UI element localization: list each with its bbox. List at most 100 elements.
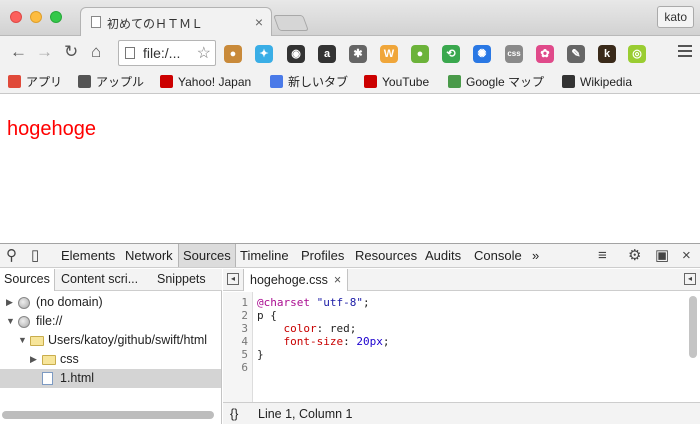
minimize-window-button[interactable]	[30, 11, 42, 23]
profile-button[interactable]: kato	[657, 6, 694, 28]
line-number: 4	[241, 335, 248, 348]
address-bar[interactable]: file:/... ☆	[118, 40, 216, 66]
tree-item[interactable]: ▶ css	[0, 350, 221, 369]
bookmark-new-tab[interactable]: 新しいタブ	[270, 73, 348, 91]
bookmark-apple[interactable]: アップル	[78, 73, 144, 91]
file-tab-label: hogehoge.css	[250, 273, 328, 287]
code-line[interactable]: @charset "utf-8";	[257, 296, 370, 309]
tree-item[interactable]: ▼ file://	[0, 312, 221, 331]
bookmark-label: アップル	[96, 75, 145, 89]
dock-icon[interactable]: ▣	[655, 247, 669, 264]
bookmark-label: Wikipedia	[580, 75, 633, 89]
back-icon[interactable]: ←	[10, 43, 27, 61]
devtools-tab-network[interactable]: Network	[121, 244, 177, 267]
devtools-tab-elements[interactable]: Elements	[57, 244, 119, 267]
code-line[interactable]: p {	[257, 309, 277, 322]
file-icon	[42, 372, 53, 385]
new-tab-button[interactable]	[273, 15, 309, 31]
green-circle-extension-icon[interactable]: ●	[411, 45, 429, 63]
bookmark-apple-icon	[78, 75, 91, 88]
tree-item[interactable]: ▼ Users/katoy/github/swift/html	[0, 331, 221, 350]
device-icon[interactable]: ▯	[31, 247, 39, 264]
console-drawer-icon[interactable]: ≡	[598, 247, 607, 264]
css-extension-icon[interactable]: css	[505, 45, 523, 63]
star-icon[interactable]: ☆	[197, 43, 211, 63]
close-tab-icon[interactable]: ×	[255, 14, 263, 30]
cookie-extension-icon[interactable]: ●	[224, 45, 242, 63]
menu-icon[interactable]	[678, 45, 692, 59]
pretty-print-button[interactable]: {}	[230, 403, 238, 424]
bookmark-yahoo[interactable]: Yahoo! Japan	[160, 73, 251, 91]
bookmark-youtube-icon	[364, 75, 377, 88]
bookmark-yahoo-icon	[160, 75, 173, 88]
vertical-scrollbar[interactable]	[689, 296, 697, 358]
navigator-tab-1[interactable]: Content scri...	[57, 269, 142, 290]
screenshot-extension-icon[interactable]: ◎	[628, 45, 646, 63]
close-devtools-icon[interactable]: ×	[682, 247, 691, 264]
line-number: 5	[241, 348, 248, 361]
tab-title: 初めてのＨＴＭＬ	[107, 17, 204, 31]
navigator-tabs: Sources Content scri... Snippets	[0, 269, 222, 291]
folder-icon	[30, 336, 44, 346]
title-bar: 初めてのＨＴＭＬ × kato	[0, 0, 700, 37]
eyedropper-extension-icon[interactable]: ✎	[567, 45, 585, 63]
devtools-tab-audits[interactable]: Audits	[421, 244, 465, 267]
line-number: 3	[241, 322, 248, 335]
devtools-tab-sources[interactable]: Sources	[178, 244, 236, 267]
camera-extension-icon[interactable]: ◉	[287, 45, 305, 63]
editor-pane: ◂ hogehoge.css × ◂ 123456 @charset "utf-8…	[223, 269, 700, 424]
bookmark-label: Google マップ	[466, 75, 545, 89]
navigator-pane: Sources Content scri... Snippets ▶ (no doma…	[0, 269, 222, 424]
devtools-tab-timeline[interactable]: Timeline	[236, 244, 293, 267]
toggle-navigator-icon[interactable]: ◂	[227, 273, 239, 285]
devtools-tab-console[interactable]: Console	[470, 244, 526, 267]
bookmark-youtube[interactable]: YouTube	[364, 73, 429, 91]
zoom-window-button[interactable]	[50, 11, 62, 23]
close-file-tab-icon[interactable]: ×	[334, 273, 341, 287]
tree-item-label: css	[60, 352, 79, 366]
w-extension-icon[interactable]: W	[380, 45, 398, 63]
bookmark-apps[interactable]: アプリ	[8, 73, 62, 91]
code-line[interactable]: }	[257, 348, 264, 361]
code-line[interactable]: font-size: 20px;	[257, 335, 390, 348]
line-number: 1	[241, 296, 248, 309]
more-tabs-icon[interactable]: »	[528, 244, 543, 267]
reload-icon[interactable]: ↻	[64, 43, 78, 61]
tree-item-label: 1.html	[60, 371, 95, 385]
page-icon	[125, 47, 135, 59]
file-tab-hogehoge-css[interactable]: hogehoge.css ×	[243, 269, 349, 291]
navigator-tab-0[interactable]: Sources	[0, 269, 55, 291]
gear-extension-icon[interactable]: ✺	[473, 45, 491, 63]
bookmark-google-maps-icon	[448, 75, 461, 88]
tree-item[interactable]: 1.html	[0, 369, 221, 388]
settings-icon[interactable]: ⚙	[628, 247, 641, 264]
line-number-gutter: 123456	[223, 292, 253, 402]
bookmark-label: YouTube	[382, 75, 430, 89]
collapsed-triangle-icon[interactable]: ▶	[30, 350, 37, 369]
devtools-tab-resources[interactable]: Resources	[351, 244, 421, 267]
navigator-tab-2[interactable]: Snippets	[153, 269, 210, 290]
tree-item-label: Users/katoy/github/swift/html	[48, 333, 208, 347]
bookmark-google-maps[interactable]: Google マップ	[448, 73, 544, 91]
bug-extension-icon[interactable]: ✱	[349, 45, 367, 63]
forward-icon[interactable]: →	[36, 43, 53, 61]
color-wheel-extension-icon[interactable]: ✿	[536, 45, 554, 63]
expanded-triangle-icon[interactable]: ▼	[6, 312, 15, 331]
expanded-triangle-icon[interactable]: ▼	[18, 331, 27, 350]
browser-tab[interactable]: 初めてのＨＴＭＬ ×	[80, 7, 272, 37]
tree-item[interactable]: ▶ (no domain)	[0, 293, 221, 312]
code-line[interactable]: color: red;	[257, 322, 357, 335]
evernote-extension-icon[interactable]: ⟲	[442, 45, 460, 63]
collapsed-triangle-icon[interactable]: ▶	[6, 293, 13, 312]
toggle-debugger-icon[interactable]: ◂	[684, 273, 696, 285]
search-icon[interactable]: ⚲	[6, 247, 17, 264]
devtools-tab-profiles[interactable]: Profiles	[297, 244, 348, 267]
k-extension-icon[interactable]: k	[598, 45, 616, 63]
horizontal-scrollbar[interactable]	[2, 411, 214, 419]
bookmark-wikipedia[interactable]: Wikipedia	[562, 73, 632, 91]
bookmark-label: 新しいタブ	[288, 75, 349, 89]
amazon-extension-icon[interactable]: a	[318, 45, 336, 63]
home-icon[interactable]: ⌂	[91, 43, 101, 61]
close-window-button[interactable]	[10, 11, 22, 23]
twitter-extension-icon[interactable]: ✦	[255, 45, 273, 63]
